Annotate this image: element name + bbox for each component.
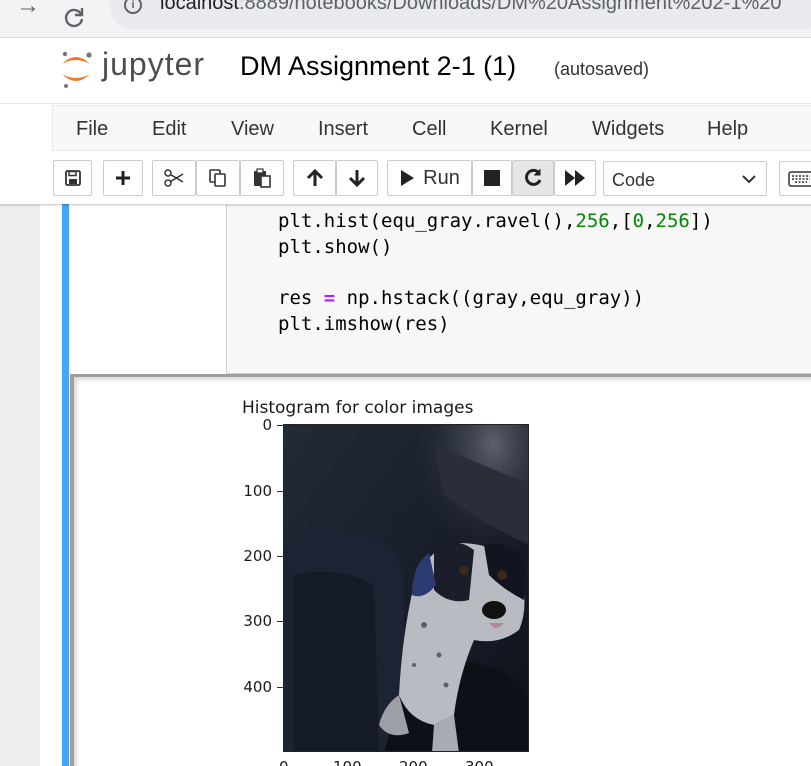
browser-bar: → i localhost:8889/notebooks/Downloads/D… (0, 0, 811, 38)
code-line-4-rest: np.hstack((gray,equ_gray)) (335, 287, 645, 310)
command-palette-button[interactable] (779, 161, 811, 196)
x-tick-label: 0 (279, 758, 289, 766)
fast-forward-icon (565, 170, 585, 186)
menu-widgets[interactable]: Widgets (592, 118, 664, 141)
x-tick-label: 200 (399, 758, 428, 766)
info-icon[interactable]: i (124, 0, 142, 14)
arrow-down-icon (348, 170, 366, 188)
save-icon (64, 170, 81, 186)
url-path: :8889/notebooks/Downloads/DM%20Assignmen… (238, 0, 782, 14)
code-line-4: res (278, 287, 324, 310)
cell-type-select[interactable]: Code (603, 161, 767, 196)
menu-file[interactable]: File (76, 118, 108, 141)
code-punct: ]) (689, 210, 713, 232)
menu-view[interactable]: View (231, 118, 274, 141)
interrupt-button[interactable] (472, 160, 512, 196)
menu-bar: File Edit View Insert Cell Kernel Widget… (52, 105, 811, 151)
url-text[interactable]: localhost:8889/notebooks/Downloads/DM%20… (160, 0, 782, 15)
save-button[interactable] (53, 160, 92, 196)
code-number: 256 (655, 210, 690, 232)
stop-icon (484, 170, 500, 186)
plus-icon (116, 171, 130, 185)
restart-icon (525, 168, 542, 186)
code-number: 0 (632, 210, 645, 232)
forward-arrow-icon[interactable]: → (16, 0, 40, 20)
jupyter-header: jupyter DM Assignment 2-1 (1) (autosaved… (0, 38, 811, 104)
code-line-2: plt.show() (278, 235, 393, 258)
notebook-area: plt.hist(equ_gray.ravel(),256,[0,256]) p… (0, 204, 811, 766)
autosave-status: (autosaved) (554, 59, 650, 79)
restart-button[interactable] (512, 160, 554, 196)
scissors-icon (164, 169, 184, 187)
restart-run-all-button[interactable] (554, 160, 596, 196)
run-button[interactable]: Run (387, 160, 472, 196)
address-bar[interactable]: i localhost:8889/notebooks/Downloads/DM%… (110, 0, 811, 29)
toolbar: Run Code (0, 152, 811, 204)
cell-type-value: Code (612, 170, 656, 190)
y-tick-label: 200 (243, 547, 272, 565)
keyboard-icon (788, 171, 811, 187)
cut-button[interactable] (152, 160, 196, 196)
move-down-button[interactable] (336, 160, 378, 196)
reload-icon[interactable] (62, 0, 86, 37)
code-punct: , (644, 210, 656, 232)
chevron-down-icon (742, 175, 756, 184)
code-operator: = (323, 287, 336, 310)
menu-help[interactable]: Help (707, 118, 748, 141)
y-tick-label: 100 (243, 482, 272, 500)
code-line-1: plt.hist(equ_gray.ravel(), (278, 210, 576, 232)
move-up-button[interactable] (293, 160, 336, 196)
y-tick-label: 0 (262, 416, 272, 434)
menu-cell[interactable]: Cell (412, 118, 446, 141)
play-icon (401, 170, 415, 186)
url-host: localhost (160, 0, 239, 14)
x-tick-label: 300 (465, 758, 494, 766)
plot-title: Histogram for color images (242, 398, 474, 418)
puppy-image (283, 424, 529, 752)
jupyter-logo-text[interactable]: jupyter (102, 46, 205, 83)
copy-icon (209, 169, 226, 187)
code-punct: ,[ (609, 210, 633, 232)
code-input-area[interactable]: plt.hist(equ_gray.ravel(),256,[0,256]) p… (226, 204, 811, 374)
code-number: 256 (575, 210, 610, 232)
notebook-title[interactable]: DM Assignment 2-1 (1) (240, 51, 516, 82)
paste-button[interactable] (240, 160, 284, 196)
menu-edit[interactable]: Edit (152, 118, 186, 141)
arrow-up-icon (306, 168, 323, 186)
x-tick-label: 100 (333, 758, 362, 766)
menu-kernel[interactable]: Kernel (490, 118, 548, 141)
insert-cell-button[interactable] (103, 160, 143, 196)
selected-cell-indicator (62, 204, 69, 766)
code-line-5: plt.imshow(res) (278, 312, 450, 335)
paste-icon (254, 168, 271, 188)
menu-insert[interactable]: Insert (318, 118, 368, 141)
jupyter-logo-icon[interactable] (58, 46, 94, 92)
y-tick-label: 300 (243, 612, 272, 630)
copy-button[interactable] (196, 160, 240, 196)
y-tick-label: 400 (243, 678, 272, 696)
run-label: Run (423, 166, 460, 189)
code-text[interactable]: plt.hist(equ_gray.ravel(),256,[0,256]) p… (278, 209, 713, 338)
